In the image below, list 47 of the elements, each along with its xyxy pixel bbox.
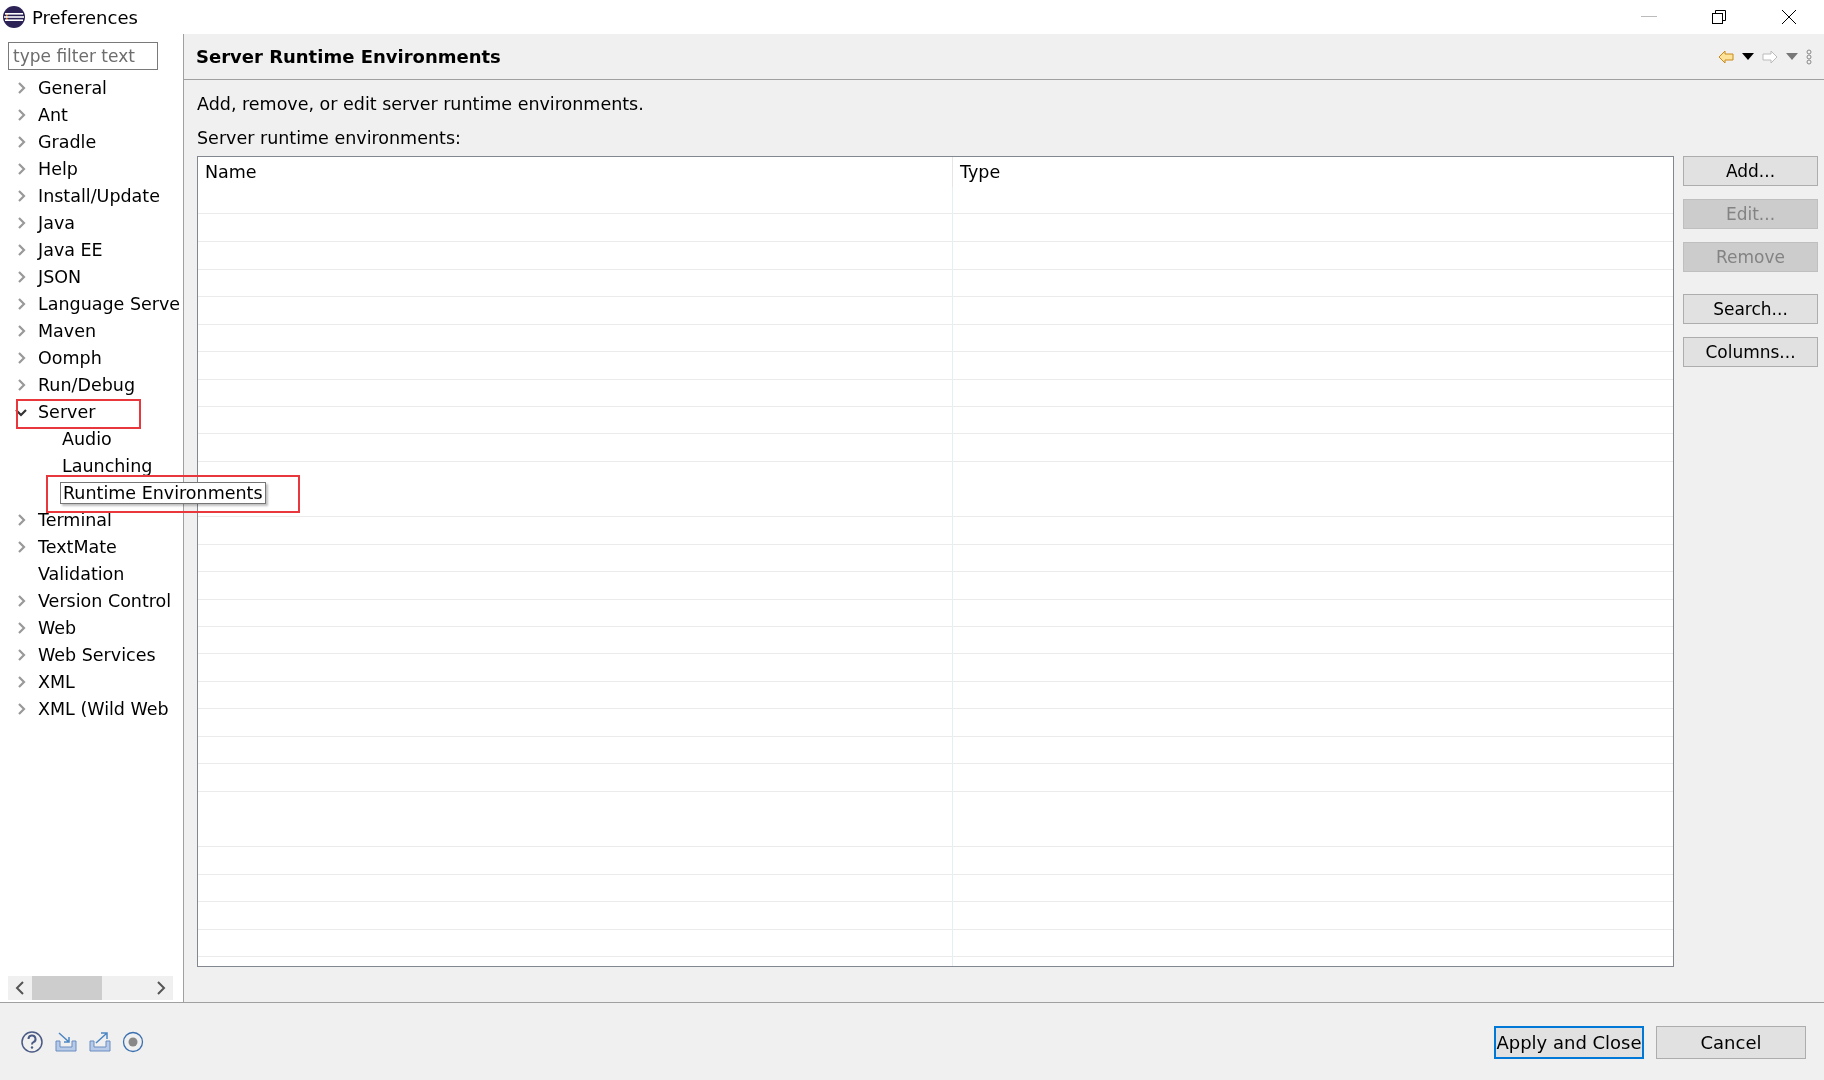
filter-field[interactable]: type filter text <box>8 42 158 70</box>
restore-icon[interactable] <box>1711 9 1727 25</box>
minimize-icon[interactable] <box>1641 16 1657 18</box>
tree-item[interactable]: Server <box>36 401 98 422</box>
tree-item[interactable]: Oomph <box>36 347 104 368</box>
tree-item[interactable]: Web Services <box>36 644 158 665</box>
tree-item[interactable]: JSON <box>36 266 84 287</box>
tree-item[interactable]: Audio <box>60 428 114 449</box>
more-menu-icon[interactable] <box>1806 48 1812 65</box>
tree-item[interactable]: Maven <box>36 320 99 341</box>
window-title: Preferences <box>32 6 138 28</box>
dropdown-icon[interactable] <box>1742 53 1754 60</box>
tree-item[interactable]: TextMate <box>36 536 119 557</box>
scrollbar-thumb[interactable] <box>32 976 102 1000</box>
tree-item[interactable]: Gradle <box>36 131 99 152</box>
column-header[interactable]: Type <box>953 157 1001 187</box>
tree-item[interactable]: Validation <box>36 563 127 584</box>
cancel-button[interactable]: Cancel <box>1656 1025 1806 1059</box>
tooltip: Runtime Environments <box>60 481 266 504</box>
tree-item[interactable]: Java EE <box>36 239 105 260</box>
action-button[interactable]: Add... <box>1683 156 1818 186</box>
export-icon[interactable] <box>88 1031 112 1053</box>
tree-item[interactable]: Run/Debug <box>36 374 137 395</box>
tree-item[interactable]: Install/Update <box>36 185 162 206</box>
tree-item[interactable]: Launching <box>60 455 155 476</box>
close-icon[interactable] <box>1781 9 1797 25</box>
tree-item[interactable]: Version Control <box>36 590 174 611</box>
import-icon[interactable] <box>54 1031 78 1053</box>
tree-item[interactable]: General <box>36 77 109 98</box>
action-button[interactable]: Columns... <box>1683 337 1818 367</box>
tree-item[interactable]: XML (Wild Web <box>36 698 171 719</box>
apply-button[interactable]: Apply and Close <box>1494 1025 1644 1059</box>
tree-item[interactable]: Web <box>36 617 79 638</box>
page-title: Server Runtime Environments <box>196 46 501 67</box>
table-label: Server runtime environments: <box>197 128 462 148</box>
tree-item[interactable]: Language Serve <box>36 293 183 314</box>
help-icon[interactable] <box>20 1030 44 1054</box>
forward-arrow-icon[interactable] <box>1762 49 1778 64</box>
page-description: Add, remove, or edit server runtime environments. <box>197 94 645 114</box>
tree-item[interactable]: Ant <box>36 104 70 125</box>
record-icon[interactable] <box>122 1031 144 1053</box>
tree-item[interactable]: XML <box>36 671 77 692</box>
tree-item[interactable]: Java <box>36 212 77 233</box>
tree-item[interactable]: Terminal <box>36 509 114 530</box>
back-arrow-icon[interactable] <box>1718 49 1734 64</box>
action-button[interactable]: Search... <box>1683 294 1818 324</box>
tree-item[interactable]: Help <box>36 158 80 179</box>
